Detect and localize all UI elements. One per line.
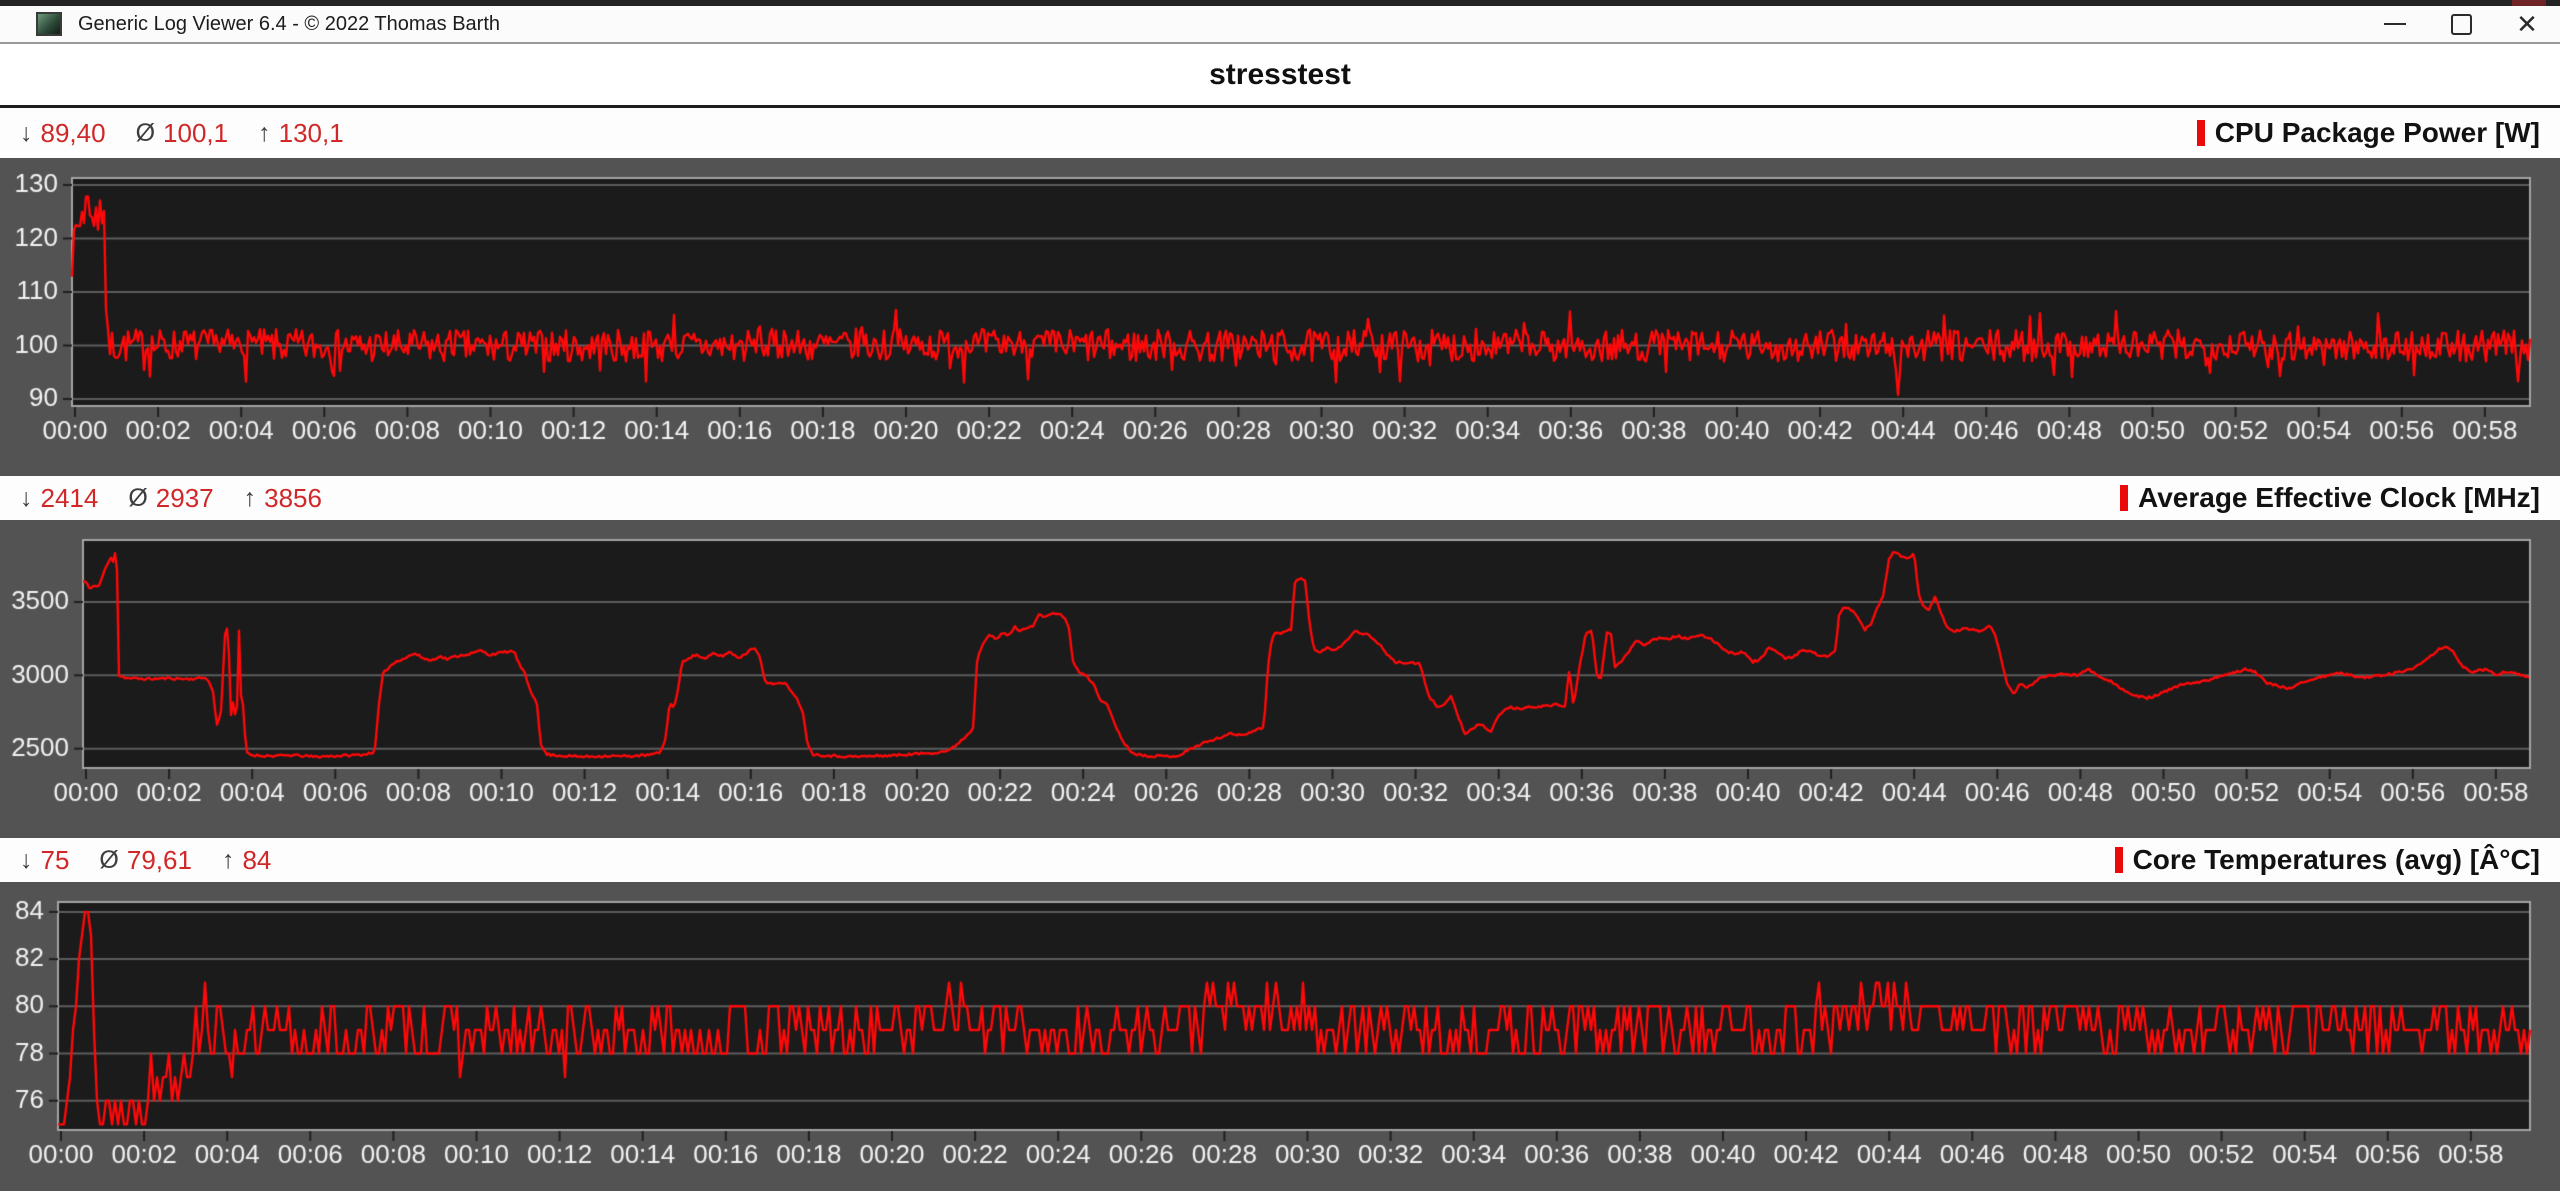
max-arrow-icon: ↑: [222, 846, 235, 875]
max-arrow-icon: ↑: [258, 119, 271, 148]
page-title: stresstest: [1209, 58, 1351, 92]
log-header: stresstest: [0, 44, 2560, 108]
close-button[interactable]: ✕: [2494, 6, 2560, 42]
avg-value: 79,61: [127, 845, 192, 876]
series-legend-marker: [2120, 485, 2128, 511]
avg-icon: Ø: [136, 119, 155, 148]
window-titlebar[interactable]: Generic Log Viewer 6.4 - © 2022 Thomas B…: [0, 6, 2560, 44]
avg-value: 100,1: [163, 118, 228, 149]
background-window-edge: [2512, 0, 2546, 6]
series-legend-marker: [2197, 120, 2205, 146]
min-value: 75: [41, 845, 70, 876]
chart2-panel: [0, 520, 2560, 838]
background-window-strip: [0, 0, 2560, 6]
app-icon: [36, 12, 62, 36]
min-arrow-icon: ↓: [20, 846, 33, 875]
window-controls: ✕: [2362, 6, 2560, 42]
minimize-icon: [2384, 23, 2406, 25]
minimize-button[interactable]: [2362, 6, 2428, 42]
close-icon: ✕: [2516, 11, 2538, 37]
chart1-panel: [0, 158, 2560, 476]
series-legend-marker: [2115, 847, 2123, 873]
avg-icon: Ø: [128, 484, 147, 513]
window-title: Generic Log Viewer 6.4 - © 2022 Thomas B…: [78, 13, 500, 36]
maximize-icon: [2451, 14, 2472, 35]
maximize-button[interactable]: [2428, 6, 2494, 42]
cpu-power-chart[interactable]: [0, 158, 2560, 476]
max-value: 3856: [264, 483, 322, 514]
chart1-stats-row: ↓ 89,40 Ø 100,1 ↑ 130,1 CPU Package Powe…: [0, 108, 2560, 158]
max-value: 84: [242, 845, 271, 876]
min-arrow-icon: ↓: [20, 484, 33, 513]
chart1-title: CPU Package Power [W]: [2215, 117, 2540, 149]
max-arrow-icon: ↑: [244, 484, 257, 513]
min-value: 2414: [41, 483, 99, 514]
chart2-stats-row: ↓ 2414 Ø 2937 ↑ 3856 Average Effective C…: [0, 476, 2560, 520]
avg-value: 2937: [156, 483, 214, 514]
effective-clock-chart[interactable]: [0, 520, 2560, 838]
chart3-panel: [0, 882, 2560, 1191]
core-temps-chart[interactable]: [0, 882, 2560, 1191]
max-value: 130,1: [279, 118, 344, 149]
avg-icon: Ø: [99, 846, 118, 875]
chart3-title: Core Temperatures (avg) [Â°C]: [2133, 844, 2540, 876]
chart2-title: Average Effective Clock [MHz]: [2138, 482, 2540, 514]
min-arrow-icon: ↓: [20, 119, 33, 148]
chart3-stats-row: ↓ 75 Ø 79,61 ↑ 84 Core Temperatures (avg…: [0, 838, 2560, 882]
min-value: 89,40: [41, 118, 106, 149]
